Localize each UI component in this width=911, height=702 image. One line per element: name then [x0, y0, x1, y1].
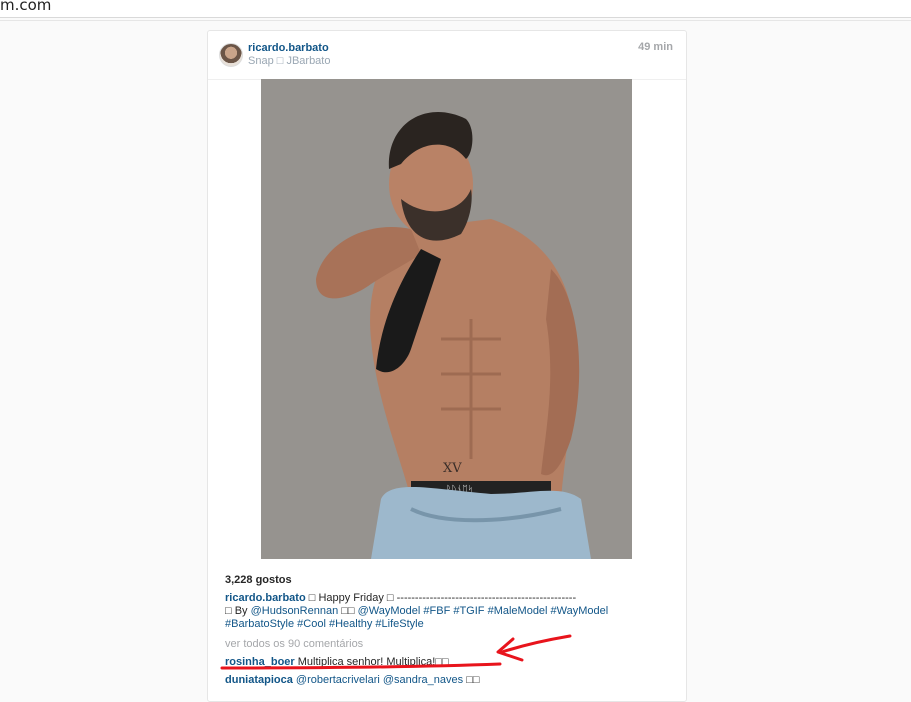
- caption-line1: □ Happy Friday □ -----------------------…: [305, 592, 577, 604]
- mention-hudson[interactable]: @HudsonRennan: [251, 605, 339, 617]
- avatar[interactable]: [219, 43, 243, 67]
- view-all-comments-link[interactable]: ver todos os 90 comentários: [225, 638, 363, 650]
- comment-item: rosinha_boer Multiplica senhor! Multipli…: [225, 656, 449, 668]
- hashtags-line2[interactable]: #FBF #TGIF #MaleModel #WayModel: [420, 605, 608, 617]
- caption-username[interactable]: ricardo.barbato: [225, 592, 306, 604]
- comment-mention[interactable]: @robertacrivelari: [293, 674, 380, 686]
- browser-address-bar[interactable]: m.com: [0, 0, 911, 18]
- post-username[interactable]: ricardo.barbato: [248, 42, 329, 54]
- likes-count[interactable]: 3,228 gostos: [225, 574, 292, 586]
- photo-illustration: XV ᚱᚢᚾᛖᛋ: [261, 79, 632, 559]
- post-caption: ricardo.barbato □ Happy Friday □ -------…: [225, 592, 665, 631]
- comment-item: duniatapioca @robertacrivelari @sandra_n…: [225, 674, 480, 686]
- comment-mention[interactable]: @sandra_naves: [380, 674, 463, 686]
- post-card: ricardo.barbato Snap □ JBarbato 49 min X…: [207, 30, 687, 702]
- comment-text: □□: [463, 674, 480, 686]
- comment-text: Multiplica senhor! Multiplica!□□: [294, 656, 449, 668]
- mention-waymodel[interactable]: @WayModel: [358, 605, 421, 617]
- caption-line2-prefix: □ By: [225, 605, 251, 617]
- caption-sep: □□: [338, 605, 358, 617]
- post-timestamp[interactable]: 49 min: [638, 41, 673, 53]
- hashtags-line3[interactable]: #BarbatoStyle #Cool #Healthy #LifeStyle: [225, 618, 424, 630]
- divider: [0, 20, 911, 21]
- comment-username[interactable]: duniatapioca: [225, 674, 293, 686]
- post-location[interactable]: Snap □ JBarbato: [248, 55, 330, 67]
- comment-username[interactable]: rosinha_boer: [225, 656, 295, 668]
- post-photo[interactable]: XV ᚱᚢᚾᛖᛋ: [261, 79, 632, 559]
- tattoo-text: XV: [443, 461, 462, 476]
- post-header: ricardo.barbato Snap □ JBarbato 49 min: [208, 31, 686, 80]
- url-text[interactable]: m.com: [0, 0, 51, 14]
